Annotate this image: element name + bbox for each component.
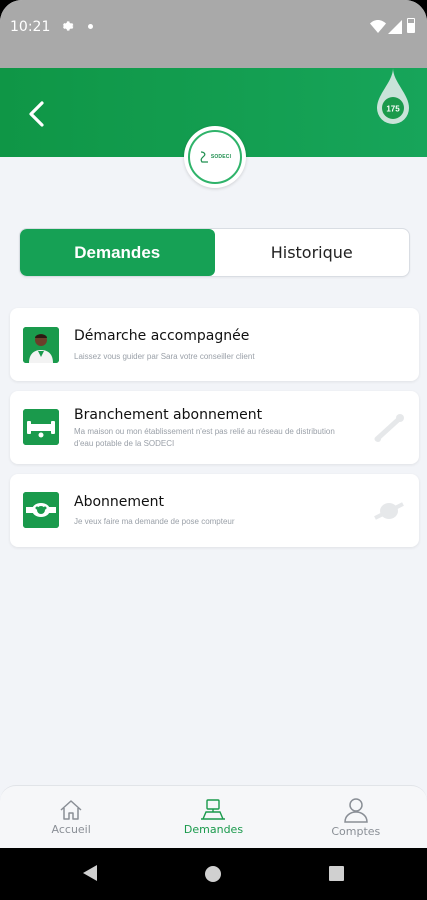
system-recents-icon[interactable] (329, 866, 344, 881)
home-icon (60, 799, 82, 820)
tab-bar: Demandes Historique (19, 228, 410, 277)
nav-label: Demandes (183, 822, 244, 836)
status-time: 10:21 (10, 19, 51, 35)
card-demarche-accompagnee[interactable]: Démarche accompagnée Laissez vous guider… (10, 308, 419, 381)
card-abonnement[interactable]: Abonnement Je veux faire ma demande de p… (10, 474, 419, 547)
back-button[interactable] (20, 98, 52, 130)
bottom-navigation: Accueil Demandes Comptes (0, 785, 427, 848)
water-meter-icon (23, 492, 59, 528)
badge-text: 175 (386, 105, 400, 114)
app-screen: 10:21 175 SODECI Demandes Historique Dém… (0, 0, 427, 900)
logo-mark-icon (200, 151, 208, 163)
cell-signal-icon (388, 20, 402, 37)
chevron-left-icon (29, 101, 44, 127)
card-title: Branchement abonnement (74, 407, 263, 423)
nav-comptes[interactable]: Comptes (285, 786, 427, 848)
system-home-icon[interactable] (205, 866, 221, 882)
logo-ring: SODECI (188, 130, 242, 184)
system-navigation-bar (0, 848, 427, 900)
logo-text: SODECI (210, 154, 232, 160)
card-description: Je veux faire ma demande de pose compteu… (74, 517, 235, 526)
requests-icon (201, 798, 226, 820)
settings-gear-icon (60, 19, 74, 36)
advisor-avatar-icon (23, 327, 59, 363)
company-logo: SODECI (184, 126, 246, 188)
card-description: Laissez vous guider par Sara votre conse… (74, 352, 255, 361)
nav-demandes[interactable]: Demandes (142, 786, 284, 848)
meter-watermark-icon (373, 498, 405, 529)
user-icon (344, 797, 368, 823)
nav-label: Accueil (51, 822, 91, 836)
tab-demandes[interactable]: Demandes (20, 229, 215, 276)
status-bar: 10:21 (0, 0, 427, 68)
nav-label: Comptes (331, 824, 381, 838)
card-branchement-abonnement[interactable]: Branchement abonnement Ma maison ou mon … (10, 391, 419, 464)
system-back-icon[interactable] (82, 864, 98, 887)
battery-icon (407, 18, 415, 33)
card-description: Ma maison ou mon établissement n'est pas… (74, 427, 335, 448)
nav-accueil[interactable]: Accueil (0, 786, 142, 848)
wifi-icon (370, 20, 386, 36)
card-title: Démarche accompagnée (74, 328, 250, 344)
water-drop-badge-icon: 175 (374, 68, 412, 126)
pipe-watermark-icon (373, 413, 405, 448)
card-title: Abonnement (74, 494, 165, 510)
tab-historique[interactable]: Historique (215, 229, 410, 276)
pipe-connection-icon (23, 409, 59, 445)
notification-dot-icon (88, 24, 93, 29)
